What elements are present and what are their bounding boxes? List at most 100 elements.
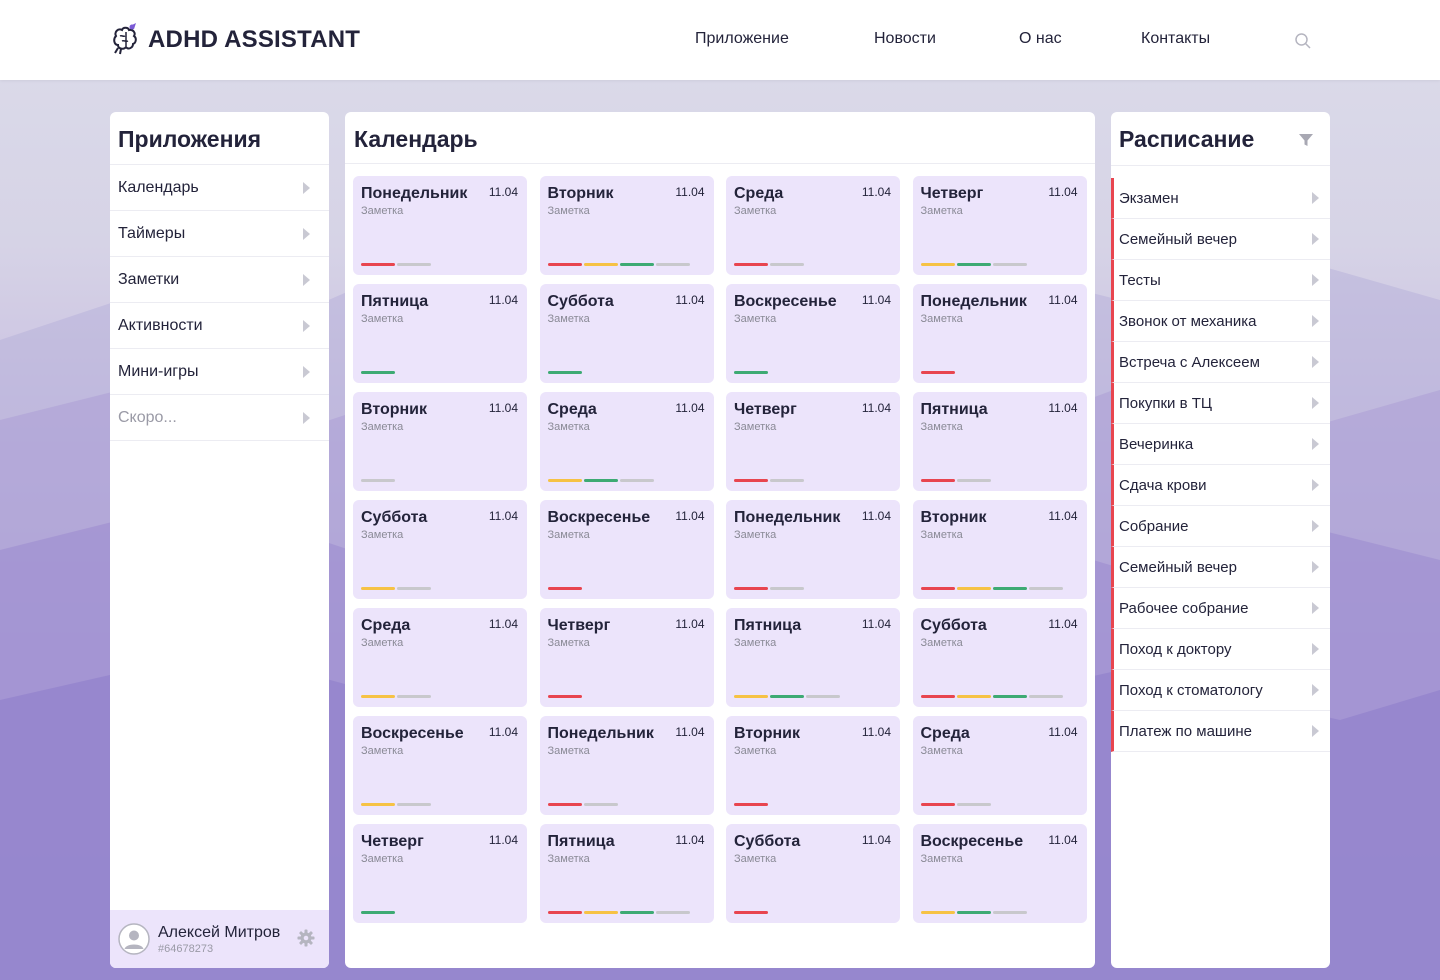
day-note: Заметка bbox=[920, 853, 963, 865]
nav-link-about[interactable]: О нас bbox=[1019, 30, 1062, 48]
search-icon[interactable] bbox=[1294, 32, 1312, 50]
priority-bar-gray bbox=[655, 263, 690, 266]
day-card[interactable]: Суббота 11.04 Заметка bbox=[539, 284, 714, 383]
user-profile[interactable]: Алексей Митров #64678273 bbox=[110, 910, 329, 968]
priority-bars bbox=[361, 371, 395, 374]
gear-icon[interactable] bbox=[296, 928, 316, 948]
day-card[interactable]: Четверг 11.04 Заметка bbox=[539, 608, 714, 707]
schedule-item-label: Покупки в ТЦ bbox=[1119, 394, 1212, 412]
priority-bars bbox=[920, 911, 1027, 914]
day-card[interactable]: Пятница 11.04 Заметка bbox=[539, 824, 714, 923]
day-note: Заметка bbox=[547, 421, 590, 433]
day-card[interactable]: Вторник 11.04 Заметка bbox=[912, 500, 1087, 599]
priority-bar-gray bbox=[397, 695, 431, 698]
priority-bars bbox=[547, 479, 654, 482]
schedule-item-label: Семейный вечер bbox=[1119, 230, 1237, 248]
chevron-right-icon bbox=[303, 366, 310, 378]
day-name: Вторник bbox=[547, 185, 614, 202]
day-card[interactable]: Воскресенье 11.04 Заметка bbox=[726, 284, 900, 383]
schedule-item[interactable]: Тесты bbox=[1111, 260, 1330, 301]
day-card[interactable]: Воскресенье 11.04 Заметка bbox=[539, 500, 714, 599]
day-card[interactable]: Вторник 11.04 Заметка bbox=[726, 716, 900, 815]
nav-link-news[interactable]: Новости bbox=[874, 30, 936, 48]
schedule-item[interactable]: Семейный вечер bbox=[1111, 219, 1330, 260]
day-card[interactable]: Суббота 11.04 Заметка bbox=[912, 608, 1087, 707]
schedule-item[interactable]: Вечеринка bbox=[1111, 424, 1330, 465]
schedule-item[interactable]: Собрание bbox=[1111, 506, 1330, 547]
day-card[interactable]: Суббота 11.04 Заметка bbox=[353, 500, 527, 599]
priority-bar-yellow bbox=[734, 695, 768, 698]
day-card[interactable]: Четверг 11.04 Заметка bbox=[726, 392, 900, 491]
apps-item-coming-soon[interactable]: Скоро... bbox=[110, 395, 329, 441]
day-note: Заметка bbox=[547, 529, 590, 541]
apps-item-notes[interactable]: Заметки bbox=[110, 257, 329, 303]
nav-link-app[interactable]: Приложение bbox=[695, 30, 789, 48]
day-note: Заметка bbox=[547, 745, 590, 757]
day-card[interactable]: Понедельник 11.04 Заметка bbox=[539, 716, 714, 815]
apps-item-activities[interactable]: Активности bbox=[110, 303, 329, 349]
priority-bar-green bbox=[361, 911, 395, 914]
priority-bar-red bbox=[547, 587, 582, 590]
priority-bar-gray bbox=[992, 911, 1027, 914]
day-card[interactable]: Понедельник 11.04 Заметка bbox=[912, 284, 1087, 383]
day-card[interactable]: Среда 11.04 Заметка bbox=[353, 608, 527, 707]
schedule-item[interactable]: Поход к доктору bbox=[1111, 629, 1330, 670]
day-name: Четверг bbox=[361, 833, 424, 850]
day-date: 11.04 bbox=[488, 725, 518, 739]
schedule-item[interactable]: Рабочее собрание bbox=[1111, 588, 1330, 629]
day-card[interactable]: Четверг 11.04 Заметка bbox=[912, 176, 1087, 275]
day-card[interactable]: Воскресенье 11.04 Заметка bbox=[353, 716, 527, 815]
priority-bar-red bbox=[920, 803, 955, 806]
schedule-item[interactable]: Звонок от механика bbox=[1111, 301, 1330, 342]
day-card[interactable]: Среда 11.04 Заметка bbox=[912, 716, 1087, 815]
priority-bars bbox=[547, 695, 582, 698]
day-card[interactable]: Суббота 11.04 Заметка bbox=[726, 824, 900, 923]
day-date: 11.04 bbox=[1048, 617, 1078, 631]
day-card[interactable]: Пятница 11.04 Заметка bbox=[353, 284, 527, 383]
day-name: Понедельник bbox=[920, 293, 1027, 310]
day-note: Заметка bbox=[734, 745, 777, 757]
day-card[interactable]: Среда 11.04 Заметка bbox=[726, 176, 900, 275]
priority-bar-red bbox=[734, 911, 768, 914]
day-note: Заметка bbox=[361, 313, 404, 325]
main-nav: Приложение Новости О нас Контакты bbox=[0, 30, 1440, 52]
filter-icon[interactable] bbox=[1298, 132, 1314, 148]
priority-bars bbox=[547, 587, 582, 590]
day-card[interactable]: Пятница 11.04 Заметка bbox=[912, 392, 1087, 491]
day-card[interactable]: Пятница 11.04 Заметка bbox=[726, 608, 900, 707]
day-note: Заметка bbox=[361, 745, 404, 757]
day-note: Заметка bbox=[734, 421, 777, 433]
day-name: Среда bbox=[920, 725, 970, 742]
nav-link-contacts[interactable]: Контакты bbox=[1141, 30, 1210, 48]
day-card[interactable]: Вторник 11.04 Заметка bbox=[353, 392, 527, 491]
priority-bar-yellow bbox=[547, 479, 582, 482]
schedule-item[interactable]: Встреча с Алексеем bbox=[1111, 342, 1330, 383]
day-card[interactable]: Среда 11.04 Заметка bbox=[539, 392, 714, 491]
apps-item-calendar[interactable]: Календарь bbox=[110, 165, 329, 211]
priority-bar-gray bbox=[619, 479, 654, 482]
day-name: Пятница bbox=[734, 617, 802, 634]
apps-item-minigames[interactable]: Мини-игры bbox=[110, 349, 329, 395]
day-card[interactable]: Понедельник 11.04 Заметка bbox=[726, 500, 900, 599]
priority-bar-gray bbox=[770, 263, 804, 266]
priority-bars bbox=[734, 479, 804, 482]
schedule-item[interactable]: Сдача крови bbox=[1111, 465, 1330, 506]
schedule-item[interactable]: Поход к стоматологу bbox=[1111, 670, 1330, 711]
schedule-item[interactable]: Семейный вечер bbox=[1111, 547, 1330, 588]
apps-item-timers[interactable]: Таймеры bbox=[110, 211, 329, 257]
schedule-item[interactable]: Покупки в ТЦ bbox=[1111, 383, 1330, 424]
schedule-title: Расписание bbox=[1119, 126, 1255, 152]
day-name: Четверг bbox=[920, 185, 984, 202]
chevron-right-icon bbox=[1312, 602, 1319, 614]
calendar-panel: Календарь Понедельник 11.04 Заметка Вторник… bbox=[345, 112, 1095, 968]
day-card[interactable]: Четверг 11.04 Заметка bbox=[353, 824, 527, 923]
schedule-item[interactable]: Платеж по машине bbox=[1111, 711, 1330, 752]
schedule-item[interactable]: Экзамен bbox=[1111, 178, 1330, 219]
priority-bars bbox=[361, 911, 395, 914]
day-card[interactable]: Понедельник 11.04 Заметка bbox=[353, 176, 527, 275]
priority-bar-red bbox=[734, 263, 768, 266]
chevron-right-icon bbox=[1312, 438, 1319, 450]
day-date: 11.04 bbox=[675, 401, 705, 415]
day-card[interactable]: Воскресенье 11.04 Заметка bbox=[912, 824, 1087, 923]
day-card[interactable]: Вторник 11.04 Заметка bbox=[539, 176, 714, 275]
